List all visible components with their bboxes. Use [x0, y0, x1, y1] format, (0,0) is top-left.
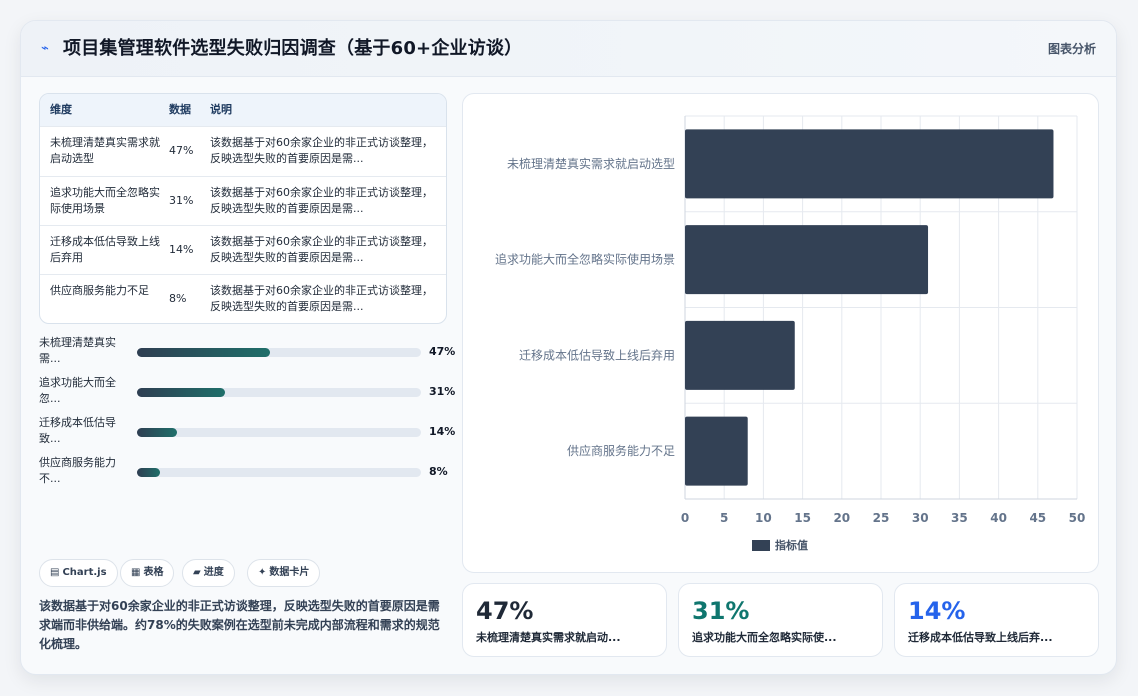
chip-icon: ▦: [131, 567, 141, 578]
table-header-row: 维度 数据 说明: [40, 94, 446, 127]
progress-value: 31%: [429, 385, 456, 398]
stat-label: 未梳理清楚真实需求就启动...: [476, 631, 621, 644]
x-tick-label: 40: [990, 511, 1007, 525]
chip-label: 数据卡片: [269, 567, 310, 578]
stat-card: 47% 未梳理清楚真实需求就启动...: [462, 583, 667, 657]
view-chip[interactable]: ✦ 数据卡片: [247, 559, 321, 587]
progress-label: 供应商服务能力不...: [39, 456, 116, 485]
legend-swatch: [752, 540, 770, 551]
stat-value: 47%: [476, 597, 534, 625]
x-tick-label: 45: [1029, 511, 1046, 525]
category-label: 追求功能大而全忽略实际使用场景: [495, 252, 675, 267]
table-cell-value: 8%: [169, 292, 187, 305]
table-cell-description: 该数据基于对60余家企业的非正式访谈整理，反映选型失败的首要原因是需...: [210, 136, 433, 165]
progress-track: [137, 348, 421, 357]
progress-track: [137, 428, 421, 437]
table-cell-dimension: 未梳理清楚真实需求就启动选型: [50, 136, 160, 165]
progress-label: 迁移成本低估导致...: [39, 416, 116, 445]
table-row: 迁移成本低估导致上线后弃用 14% 该数据基于对60余家企业的非正式访谈整理，反映选…: [40, 226, 446, 275]
progress-value: 14%: [429, 425, 456, 438]
category-label: 供应商服务能力不足: [567, 443, 675, 458]
bar: [685, 320, 795, 390]
stat-value: 14%: [908, 597, 966, 625]
table-row: 供应商服务能力不足 8% 该数据基于对60余家企业的非正式访谈整理，反映选型失败的首…: [40, 275, 446, 323]
progress-fill: [137, 468, 160, 477]
table-cell-description: 该数据基于对60余家企业的非正式访谈整理，反映选型失败的首要原因是需...: [210, 284, 433, 313]
x-tick-label: 35: [951, 511, 968, 525]
bar-chart-panel: 未梳理清楚真实需求就启动选型追求功能大而全忽略实际使用场景迁移成本低估导致上线后…: [462, 93, 1099, 573]
category-label: 迁移成本低估导致上线后弃用: [519, 347, 675, 362]
legend-label: 指标值: [775, 538, 808, 552]
progress-fill: [137, 388, 226, 397]
table-row: 追求功能大而全忽略实际使用场景 31% 该数据基于对60余家企业的非正式访谈整理，反…: [40, 177, 446, 226]
progress-value: 47%: [429, 345, 456, 358]
x-tick-label: 30: [912, 511, 929, 525]
table-cell-value: 47%: [169, 144, 194, 157]
dashboard-card: ⌁ 项目集管理软件选型失败归因调查（基于60+企业访谈） 图表分析 维度 数据 说明…: [20, 20, 1117, 675]
stat-value: 31%: [692, 597, 750, 625]
stat-card: 31% 追求功能大而全忽略实际使...: [678, 583, 883, 657]
table-cell-description: 该数据基于对60余家企业的非正式访谈整理，反映选型失败的首要原因是需...: [210, 235, 433, 264]
progress-fill: [137, 348, 271, 357]
view-chip[interactable]: ▰ 进度: [182, 559, 235, 587]
chip-label: 进度: [203, 567, 224, 578]
progress-row: 追求功能大而全忽... 31%: [39, 375, 455, 409]
x-tick-label: 50: [1069, 511, 1086, 525]
table-cell-dimension: 迁移成本低估导致上线后弃用: [50, 235, 160, 264]
table-row: 未梳理清楚真实需求就启动选型 47% 该数据基于对60余家企业的非正式访谈整理，反映…: [40, 127, 446, 177]
table-header-cell: 说明: [210, 103, 232, 116]
stat-label: 迁移成本低估导致上线后弃...: [908, 631, 1053, 644]
view-chip[interactable]: ▦ 表格: [120, 559, 175, 587]
table-header-cell: 数据: [169, 103, 191, 116]
table-cell-description: 该数据基于对60余家企业的非正式访谈整理，反映选型失败的首要原因是需...: [210, 186, 433, 215]
view-chip[interactable]: ▤ Chart.js: [39, 559, 118, 587]
chip-label: Chart.js: [62, 567, 107, 578]
x-tick-label: 10: [755, 511, 772, 525]
progress-fill: [137, 428, 177, 437]
chip-icon: ▰: [193, 567, 201, 578]
bar: [685, 225, 929, 295]
progress-track: [137, 468, 421, 477]
chip-label: 表格: [143, 567, 164, 578]
progress-track: [137, 388, 421, 397]
progress-row: 未梳理清楚真实需... 47%: [39, 335, 455, 369]
trend-line-icon: ⌁: [41, 41, 49, 56]
chip-icon: ✦: [258, 567, 267, 578]
x-tick-label: 15: [794, 511, 811, 525]
x-tick-label: 5: [720, 511, 728, 525]
table-header-cell: 维度: [50, 103, 72, 116]
x-tick-label: 0: [681, 511, 689, 525]
header: ⌁ 项目集管理软件选型失败归因调查（基于60+企业访谈） 图表分析: [21, 21, 1116, 77]
stat-label: 追求功能大而全忽略实际使...: [692, 631, 837, 644]
progress-row: 供应商服务能力不... 8%: [39, 455, 449, 489]
bar-chart: 未梳理清楚真实需求就启动选型追求功能大而全忽略实际使用场景迁移成本低估导致上线后…: [495, 115, 1086, 552]
page-title: 项目集管理软件选型失败归因调查（基于60+企业访谈）: [63, 38, 523, 59]
data-table: 维度 数据 说明未梳理清楚真实需求就启动选型 47% 该数据基于对60余家企业的非正式访…: [39, 93, 447, 324]
progress-label: 未梳理清楚真实需...: [39, 336, 116, 365]
table-cell-value: 14%: [169, 243, 194, 256]
bar: [685, 416, 748, 486]
chip-icon: ▤: [50, 567, 60, 578]
chart-analysis-button[interactable]: 图表分析: [1048, 40, 1096, 58]
x-tick-label: 20: [833, 511, 850, 525]
x-tick-label: 25: [873, 511, 890, 525]
table-cell-value: 31%: [169, 194, 194, 207]
bar: [685, 129, 1054, 199]
progress-label: 追求功能大而全忽...: [39, 376, 116, 405]
progress-row: 迁移成本低估导致... 14%: [39, 415, 455, 449]
summary-text: 该数据基于对60余家企业的非正式访谈整理，反映选型失败的首要原因是需求端而非供给…: [39, 599, 440, 651]
table-cell-dimension: 供应商服务能力不足: [50, 284, 149, 297]
stat-card: 14% 迁移成本低估导致上线后弃...: [894, 583, 1099, 657]
table-cell-dimension: 追求功能大而全忽略实际使用场景: [50, 186, 160, 215]
category-label: 未梳理清楚真实需求就启动选型: [507, 156, 675, 171]
progress-value: 8%: [429, 465, 448, 478]
